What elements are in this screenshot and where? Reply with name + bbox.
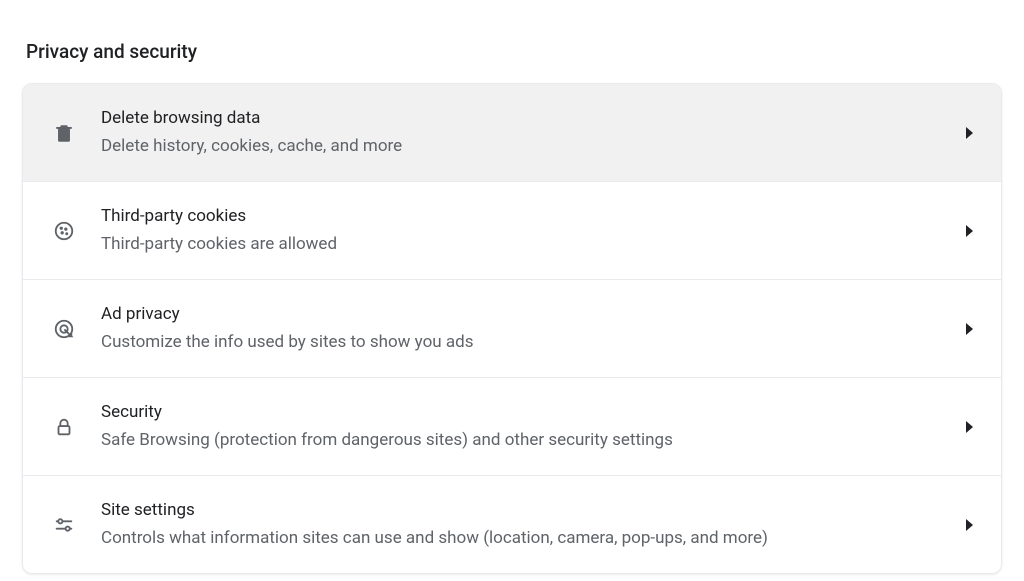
row-title: Ad privacy xyxy=(101,302,950,328)
ad-privacy-row[interactable]: Ad privacy Customize the info used by si… xyxy=(23,280,1001,378)
row-subtitle: Safe Browsing (protection from dangerous… xyxy=(101,428,950,454)
row-text-block: Security Safe Browsing (protection from … xyxy=(101,400,950,453)
chevron-right-icon xyxy=(966,519,973,531)
row-text-block: Ad privacy Customize the info used by si… xyxy=(101,302,950,355)
privacy-security-card: Delete browsing data Delete history, coo… xyxy=(22,83,1002,574)
chevron-right-icon xyxy=(966,323,973,335)
row-title: Security xyxy=(101,400,950,426)
sliders-icon xyxy=(51,512,77,538)
row-text-block: Delete browsing data Delete history, coo… xyxy=(101,106,950,159)
row-title: Site settings xyxy=(101,498,950,524)
row-subtitle: Controls what information sites can use … xyxy=(101,526,950,552)
security-row[interactable]: Security Safe Browsing (protection from … xyxy=(23,378,1001,476)
section-title: Privacy and security xyxy=(22,40,1002,63)
chevron-right-icon xyxy=(966,421,973,433)
chevron-right-icon xyxy=(966,225,973,237)
ad-target-icon xyxy=(51,316,77,342)
row-title: Delete browsing data xyxy=(101,106,950,132)
site-settings-row[interactable]: Site settings Controls what information … xyxy=(23,476,1001,573)
cookie-icon xyxy=(51,218,77,244)
row-subtitle: Customize the info used by sites to show… xyxy=(101,330,950,356)
row-title: Third-party cookies xyxy=(101,204,950,230)
row-text-block: Site settings Controls what information … xyxy=(101,498,950,551)
row-subtitle: Delete history, cookies, cache, and more xyxy=(101,134,950,160)
row-subtitle: Third-party cookies are allowed xyxy=(101,232,950,258)
third-party-cookies-row[interactable]: Third-party cookies Third-party cookies … xyxy=(23,182,1001,280)
chevron-right-icon xyxy=(966,127,973,139)
trash-icon xyxy=(51,120,77,146)
delete-browsing-data-row[interactable]: Delete browsing data Delete history, coo… xyxy=(23,84,1001,182)
lock-icon xyxy=(51,414,77,440)
row-text-block: Third-party cookies Third-party cookies … xyxy=(101,204,950,257)
